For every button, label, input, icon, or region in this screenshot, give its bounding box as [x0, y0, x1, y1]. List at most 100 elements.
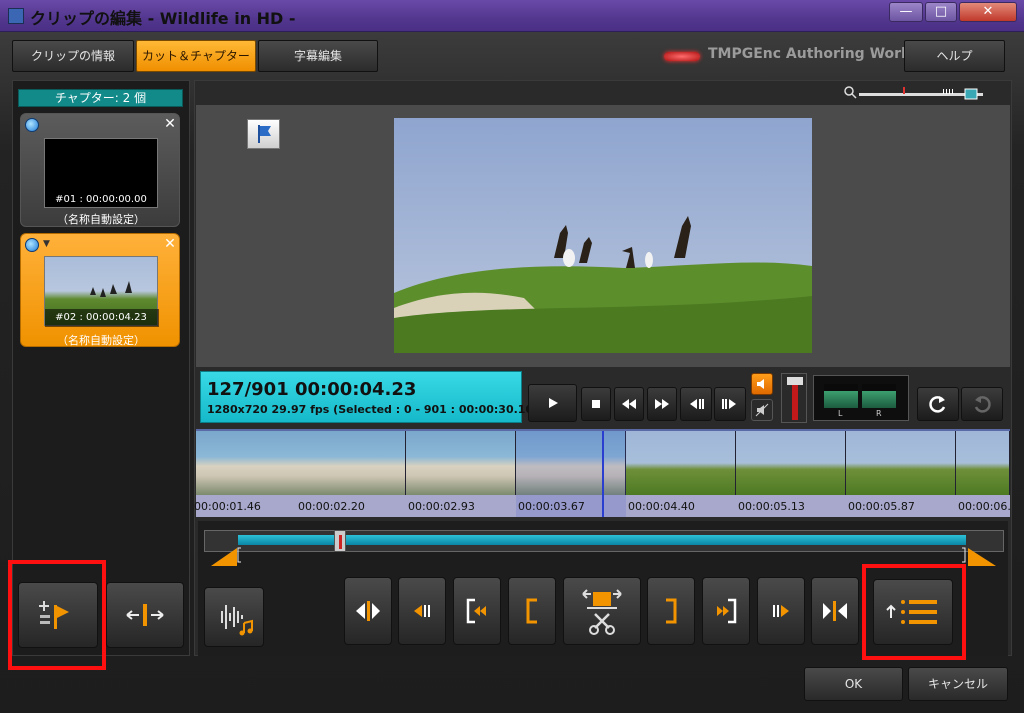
step-forward-icon [773, 605, 789, 617]
next-frame-button[interactable] [714, 387, 746, 421]
jump-cut-end-icon [717, 598, 737, 624]
rewind-button[interactable] [614, 387, 644, 421]
go-to-start-button[interactable] [344, 577, 392, 645]
chapter-name: （名称自動設定） [57, 334, 145, 347]
rewind-icon [622, 399, 636, 409]
chapter-timecode: #01 : 00:00:00.00 [55, 194, 147, 205]
chapter-name: （名称自動設定） [57, 213, 145, 226]
go-to-end-button[interactable] [811, 577, 859, 645]
go-to-start-icon [356, 601, 380, 621]
timeline-time: 00:00:06.60 [958, 500, 1010, 513]
timeline-time: 00:00:05.13 [738, 500, 805, 513]
close-button[interactable]: ✕ [959, 2, 1017, 22]
step-back-icon [414, 605, 430, 617]
mute-button[interactable] [751, 399, 773, 421]
mute-icon [755, 403, 769, 417]
waveform-icon [221, 605, 253, 636]
cut-button[interactable] [563, 577, 641, 645]
playhead[interactable] [602, 431, 604, 517]
meter-left-label: L [838, 409, 843, 418]
fast-forward-button[interactable] [647, 387, 677, 421]
previous-frame-button[interactable] [680, 387, 712, 421]
cut-range-fill [238, 535, 966, 545]
volume-handle[interactable] [787, 377, 803, 385]
cancel-button[interactable]: キャンセル [908, 667, 1008, 701]
set-cut-end-button[interactable] [647, 577, 695, 645]
timeline-time: 00:00:05.87 [848, 500, 915, 513]
help-button[interactable]: ヘルプ [904, 40, 1005, 72]
set-cut-start-button[interactable] [508, 577, 556, 645]
redo-button[interactable] [961, 387, 1003, 421]
tab-cut-chapter[interactable]: カット＆チャプター [136, 40, 256, 72]
delete-chapter-icon[interactable]: ✕ [163, 237, 177, 251]
timeline-frame [736, 431, 846, 495]
video-preview [394, 118, 812, 353]
tab-clip-info[interactable]: クリップの情報 [12, 40, 134, 72]
play-icon [548, 398, 558, 408]
next-frame-icon [722, 399, 736, 409]
timeline-frame [406, 431, 516, 495]
clip-info: 1280x720 29.97 fps (Selected : 0 - 901 :… [207, 403, 539, 416]
cut-position-handle[interactable] [334, 530, 346, 552]
undo-button[interactable] [917, 387, 959, 421]
frame-timecode: 127/901 00:00:04.23 [207, 379, 417, 400]
play-button[interactable] [528, 384, 577, 422]
chapter-item-selected[interactable]: ▼ ✕ #02 : 00:00:04.23 （名称自動設定） [20, 233, 180, 347]
step-back-button[interactable] [398, 577, 446, 645]
flag-icon [257, 125, 271, 143]
tab-subtitle-edit[interactable]: 字幕編集 [258, 40, 378, 72]
split-icon [126, 604, 164, 626]
brand-led-icon [664, 52, 700, 61]
timeline-time: 00:00:02.93 [408, 500, 475, 513]
start-marker-icon[interactable] [211, 546, 247, 568]
timeline-frame [846, 431, 956, 495]
step-forward-button[interactable] [757, 577, 805, 645]
previous-frame-icon [690, 399, 704, 409]
timeline-time: 00:00:02.20 [298, 500, 365, 513]
stop-icon [592, 400, 600, 408]
meter-left-bar [824, 384, 858, 408]
chapter-count: チャプター: 2 個 [18, 89, 183, 107]
ok-button[interactable]: OK [804, 667, 903, 701]
delete-chapter-icon[interactable]: ✕ [163, 117, 177, 131]
split-chapter-button[interactable] [106, 582, 184, 648]
window-title: クリップの編集 - Wildlife in HD - [30, 9, 296, 28]
meter-right-bar [862, 384, 896, 408]
timeline-time: 00:00:04.40 [628, 500, 695, 513]
timeline-time: 00:00:03.67 [518, 500, 585, 513]
minimize-button[interactable]: — [889, 2, 923, 22]
app-icon [8, 8, 24, 24]
timeline-frame [626, 431, 736, 495]
fast-forward-icon [655, 399, 669, 409]
expand-arrow-icon: ▼ [43, 239, 50, 249]
handle-mark [339, 535, 342, 549]
globe-icon [25, 238, 39, 252]
audio-button[interactable] [751, 373, 773, 395]
highlight-box [8, 560, 106, 670]
brand-name: TMPGEnc Authoring Works 5 [708, 46, 934, 62]
volume-slider[interactable] [781, 373, 807, 423]
chapter-item[interactable]: ✕ #01 : 00:00:00.00 （名称自動設定） [20, 113, 180, 227]
chapter-timecode: #02 : 00:00:04.23 [55, 312, 147, 323]
timeline-frame [296, 431, 406, 495]
highlight-box [862, 564, 966, 660]
jump-cut-start-icon [466, 598, 486, 624]
jump-to-cut-end-button[interactable] [702, 577, 750, 645]
stop-button[interactable] [581, 387, 611, 421]
scissors-icon [582, 589, 622, 635]
bracket-open-icon [526, 598, 537, 624]
chapter-flag-button[interactable] [247, 119, 280, 149]
go-to-end-icon [823, 601, 847, 621]
undo-icon [929, 396, 946, 413]
zoom-slider[interactable] [843, 84, 983, 100]
bracket-close-icon [666, 598, 677, 624]
jump-to-cut-start-button[interactable] [453, 577, 501, 645]
audio-waveform-button[interactable] [204, 587, 264, 647]
meter-right-label: R [876, 409, 882, 418]
audio-meter: L R [813, 375, 909, 421]
globe-icon [25, 118, 39, 132]
timeline-frame [956, 431, 1010, 495]
maximize-button[interactable]: □ [925, 2, 957, 22]
speaker-icon [757, 379, 764, 389]
redo-icon [974, 396, 991, 413]
